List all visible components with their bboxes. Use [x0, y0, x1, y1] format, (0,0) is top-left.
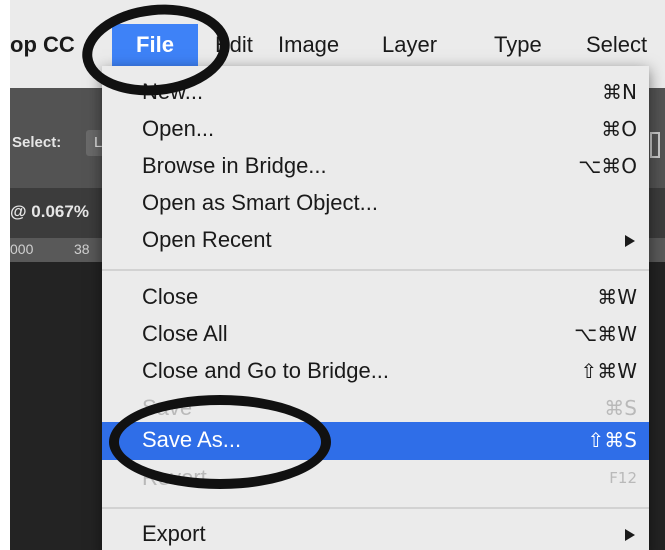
menu-item-close-and-go-to-bridge[interactable]: Close and Go to Bridge... ⇧⌘W [102, 353, 649, 389]
submenu-arrow-icon [625, 529, 635, 541]
menubar-app-name[interactable]: op CC [10, 30, 75, 60]
menu-item-new[interactable]: New... ⌘N [102, 74, 649, 110]
menu-item-shortcut: ⇧⌘W [580, 359, 637, 383]
menu-item-label: Open Recent [142, 227, 272, 252]
menu-item-label: Save [142, 395, 193, 420]
menu-item-revert: Revert F12 [102, 460, 649, 496]
menu-separator [102, 269, 649, 271]
menu-item-shortcut: ⌘S [604, 396, 637, 420]
menu-item-label: Browse in Bridge... [142, 153, 327, 178]
menu-item-open-recent[interactable]: Open Recent [102, 222, 649, 258]
menu-item-shortcut: ⌘N [602, 80, 637, 104]
menu-item-label: Export [142, 521, 206, 546]
menu-item-label: Open as Smart Object... [142, 190, 378, 215]
file-menu-dropdown: New... ⌘N Open... ⌘O Browse in Bridge...… [102, 66, 649, 550]
align-icon[interactable] [650, 132, 660, 158]
menu-item-label: Close [142, 284, 199, 309]
menu-item-open-as-smart-object[interactable]: Open as Smart Object... [102, 185, 649, 221]
submenu-arrow-icon [625, 235, 635, 247]
photoshop-window: op CC File Edit Image Layer Type Select … [10, 0, 665, 550]
menubar-edit[interactable]: Edit [215, 30, 253, 60]
menu-item-shortcut: ⌘W [597, 285, 637, 309]
menu-item-label: Save As... [142, 427, 242, 452]
menu-item-shortcut: F12 [609, 469, 637, 487]
menu-item-shortcut: ⌥⌘W [574, 322, 637, 346]
menu-item-close-all[interactable]: Close All ⌥⌘W [102, 316, 649, 352]
menubar-type[interactable]: Type [494, 30, 542, 60]
menu-item-label: New... [142, 79, 204, 104]
menu-item-open[interactable]: Open... ⌘O [102, 111, 649, 147]
menu-item-browse-in-bridge[interactable]: Browse in Bridge... ⌥⌘O [102, 148, 649, 184]
menu-item-label: Close and Go to Bridge... [142, 358, 390, 383]
menu-item-label: Revert [142, 465, 207, 490]
menu-item-save: Save ⌘S [102, 390, 649, 426]
menu-item-label: Open... [142, 116, 215, 141]
menu-separator [102, 507, 649, 509]
menubar-layer[interactable]: Layer [382, 30, 437, 60]
menu-item-shortcut: ⇧⌘S [587, 428, 637, 452]
menu-item-shortcut: ⌥⌘O [578, 154, 637, 178]
menubar-select[interactable]: Select [586, 30, 647, 60]
auto-select-label: Select: [12, 134, 62, 151]
menu-item-close[interactable]: Close ⌘W [102, 279, 649, 315]
menu-item-save-as[interactable]: Save As... ⇧⌘S [102, 422, 649, 460]
document-zoom: @ 0.067% [10, 202, 89, 221]
menu-item-label: Close All [142, 321, 228, 346]
menu-item-export[interactable]: Export [102, 516, 649, 550]
ruler-tick-label: 38 [74, 241, 90, 257]
ruler-tick-label: 000 [10, 241, 34, 257]
menubar-image[interactable]: Image [278, 30, 339, 60]
menu-item-shortcut: ⌘O [601, 117, 637, 141]
menubar-file[interactable]: File [112, 24, 198, 66]
